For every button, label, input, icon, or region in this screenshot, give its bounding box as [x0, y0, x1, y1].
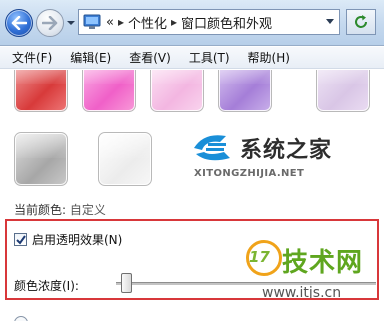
current-color-value: 自定义 [69, 203, 106, 217]
history-dropdown-icon[interactable] [66, 18, 76, 28]
address-dropdown-icon[interactable] [325, 18, 335, 26]
breadcrumb-separator[interactable]: ▸ [118, 15, 124, 29]
watermark-title: 系统之家 [240, 138, 333, 163]
menu-file[interactable]: 文件(F) [12, 49, 52, 66]
watermark-xitongzhijia: 系统之家 XITONGZHIJIA.NET [190, 130, 380, 188]
refresh-icon [355, 15, 367, 28]
color-intensity-slider-thumb[interactable] [120, 273, 132, 293]
breadcrumb-separator[interactable]: ▸ [171, 15, 177, 29]
forward-button[interactable] [36, 9, 64, 37]
forward-arrow-icon [42, 16, 58, 30]
color-swatch-purple[interactable] [218, 70, 272, 112]
refresh-button[interactable] [346, 9, 376, 35]
back-button[interactable] [5, 9, 33, 37]
breadcrumb-window-color[interactable]: 窗口颜色和外观 [181, 13, 272, 32]
transparency-option[interactable]: 启用透明效果(N) [14, 231, 122, 248]
transparency-label[interactable]: 启用透明效果(N) [32, 231, 122, 248]
menu-bar: 文件(F) 编辑(E) 查看(V) 工具(T) 帮助(H) [0, 47, 384, 69]
watermark-subtitle: XITONGZHIJIA.NET [194, 168, 305, 179]
menu-edit[interactable]: 编辑(E) [70, 49, 111, 66]
navigation-bar: « ▸ 个性化 ▸ 窗口颜色和外观 [0, 0, 384, 46]
color-settings-panel: 系统之家 XITONGZHIJIA.NET 当前颜色: 自定义 17 技术网 w… [0, 70, 384, 321]
color-intensity-slider[interactable] [116, 282, 376, 285]
partial-control[interactable] [14, 316, 28, 321]
current-color-label: 当前颜色: 自定义 [14, 201, 106, 218]
menu-tools[interactable]: 工具(T) [189, 49, 230, 66]
menu-view[interactable]: 查看(V) [129, 49, 171, 66]
color-swatch-lavender[interactable] [316, 70, 370, 112]
watermark-logo-icon [194, 135, 230, 161]
color-swatch-pink[interactable] [82, 70, 136, 112]
control-panel-icon [83, 14, 101, 29]
color-swatch-red[interactable] [14, 70, 68, 112]
checkmark-icon [16, 235, 26, 245]
color-swatch-light-pink[interactable] [150, 70, 204, 112]
back-arrow-icon [11, 16, 27, 30]
breadcrumb-personalization[interactable]: 个性化 [128, 13, 167, 32]
menu-help[interactable]: 帮助(H) [248, 49, 290, 66]
address-bar[interactable]: « ▸ 个性化 ▸ 窗口颜色和外观 [78, 9, 340, 35]
transparency-checkbox[interactable] [14, 233, 27, 246]
current-color-caption: 当前颜色: [14, 203, 67, 217]
color-swatch-white[interactable] [98, 132, 152, 186]
address-overflow[interactable]: « [106, 15, 114, 30]
color-intensity-label: 颜色浓度(I): [14, 279, 79, 293]
color-swatch-gray[interactable] [14, 132, 68, 186]
